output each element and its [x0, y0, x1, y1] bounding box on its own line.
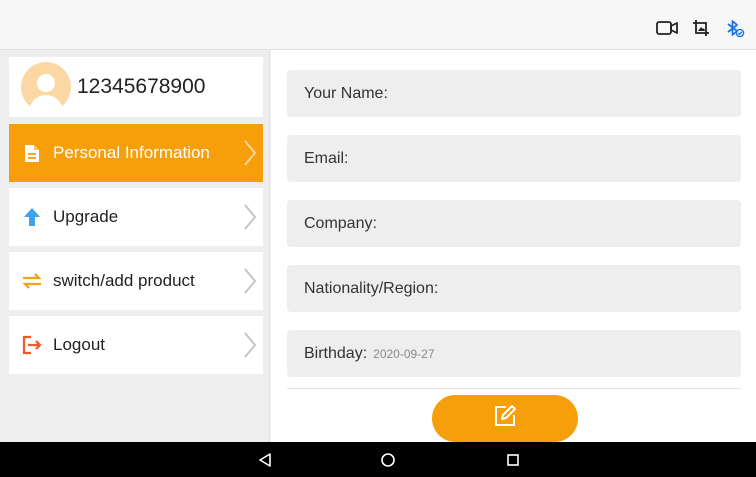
email-field[interactable]: Email: [287, 135, 741, 182]
company-field[interactable]: Company: [287, 200, 741, 247]
field-label: Your Name: [304, 84, 388, 102]
back-icon[interactable] [256, 451, 274, 469]
system-nav-bar [0, 442, 756, 477]
sidebar-item-label: Logout [53, 335, 105, 354]
your-name-field[interactable]: Your Name: [287, 70, 741, 117]
avatar[interactable] [21, 62, 71, 112]
sidebar-item-upgrade[interactable]: Upgrade [9, 188, 263, 246]
chevron-right-icon [243, 331, 257, 359]
sidebar-item-logout[interactable]: Logout [9, 316, 263, 374]
field-label: Company: [304, 214, 377, 232]
edit-icon [493, 404, 517, 433]
swap-arrows-icon [21, 270, 43, 292]
document-icon [21, 142, 43, 164]
birthday-field[interactable]: Birthday: 2020-09-27 [287, 330, 741, 377]
bluetooth-icon[interactable] [724, 18, 746, 38]
chevron-right-icon [243, 139, 257, 167]
field-label: Email: [304, 149, 349, 167]
personal-info-form: Your Name: Email: Company: Nationality/R… [271, 50, 756, 442]
account-sidebar: 12345678900 Personal Information Upgrade… [0, 50, 270, 442]
status-bar [0, 0, 756, 50]
recents-icon[interactable] [504, 451, 522, 469]
divider [287, 388, 741, 389]
sidebar-item-switch-add-product[interactable]: switch/add product [9, 252, 263, 310]
logout-icon [21, 334, 43, 356]
profile-phone-number: 12345678900 [77, 75, 206, 98]
field-label: Nationality/Region: [304, 279, 439, 297]
chevron-right-icon [243, 203, 257, 231]
image-crop-icon[interactable] [690, 18, 712, 38]
edit-button[interactable] [432, 395, 578, 442]
video-camera-icon[interactable] [656, 18, 678, 38]
sidebar-item-label: Upgrade [53, 207, 119, 226]
sidebar-item-label: switch/add product [53, 271, 195, 290]
field-label: Birthday: [304, 344, 368, 362]
profile-card[interactable]: 12345678900 [9, 57, 263, 117]
field-value: 2020-09-27 [373, 346, 435, 361]
sidebar-item-personal-information[interactable]: Personal Information [9, 124, 263, 182]
home-icon[interactable] [379, 451, 397, 469]
sidebar-item-label: Personal Information [53, 143, 210, 162]
nationality-region-field[interactable]: Nationality/Region: [287, 265, 741, 312]
chevron-right-icon [243, 267, 257, 295]
arrow-up-icon [21, 206, 43, 228]
